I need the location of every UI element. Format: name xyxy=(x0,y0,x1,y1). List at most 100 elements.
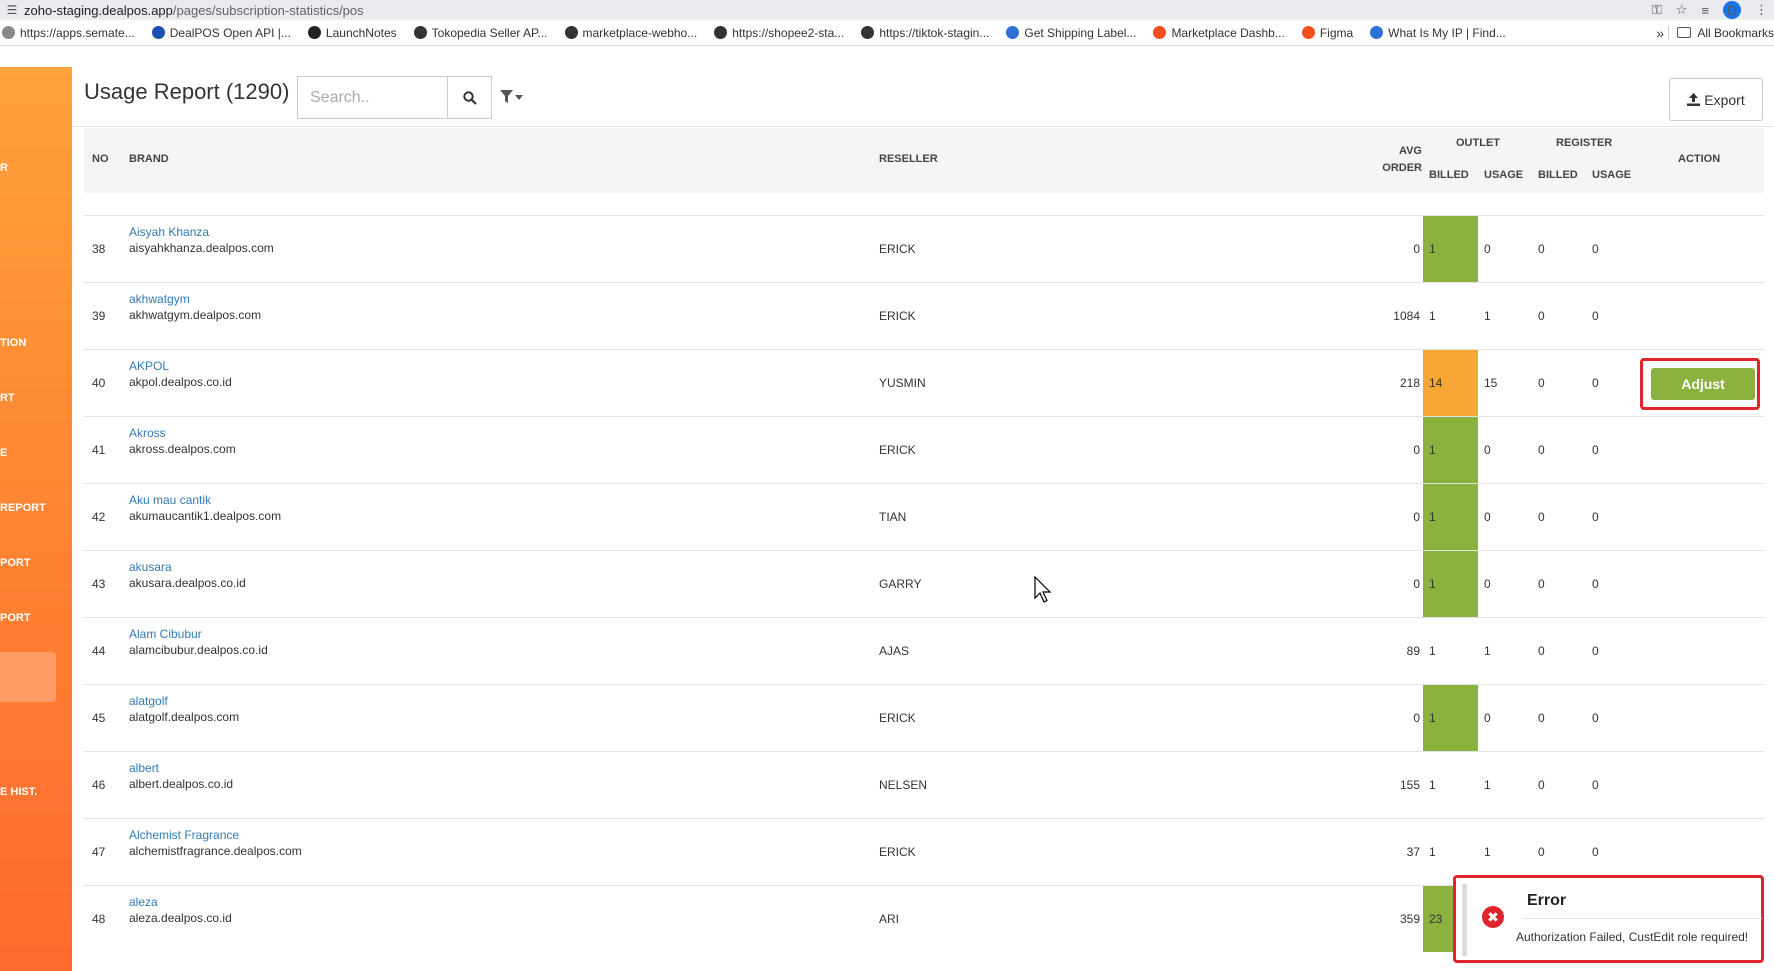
bookmark-favicon-icon xyxy=(1153,26,1167,39)
error-toast[interactable]: ✖ Error Authorization Failed, CustEdit r… xyxy=(1462,884,1762,956)
register-billed-cell: 0 xyxy=(1538,644,1545,658)
bookmark-favicon-icon xyxy=(2,26,15,39)
register-billed-cell: 0 xyxy=(1538,309,1545,323)
brand-domain: akusara.dealpos.co.id xyxy=(129,576,246,590)
star-icon[interactable]: ☆ xyxy=(1676,2,1688,18)
mouse-cursor-icon xyxy=(1034,576,1052,603)
brand-name-link[interactable]: Aku mau cantik xyxy=(129,493,281,507)
register-usage-cell: 0 xyxy=(1592,510,1599,524)
bookmark-item[interactable]: Tokopedia Seller AP... xyxy=(413,26,548,40)
outlet-billed-cell: 1 xyxy=(1429,845,1436,859)
outlet-billed-cell: 1 xyxy=(1429,242,1436,256)
bookmark-favicon-icon xyxy=(413,26,427,39)
key-icon[interactable]: ⚿ xyxy=(1652,2,1662,18)
brand-name-link[interactable]: albert xyxy=(129,761,233,775)
bookmarks-bar: https://apps.semate... DealPOS Open API |… xyxy=(0,20,1774,46)
header-outlet: OUTLET xyxy=(1456,137,1500,149)
bookmark-item[interactable]: DealPOS Open API |... xyxy=(151,26,291,40)
url-text[interactable]: zoho-staging.dealpos.app/pages/subscript… xyxy=(24,3,364,18)
header-register-usage: USAGE xyxy=(1592,169,1632,181)
bookmark-item[interactable]: Figma xyxy=(1301,26,1353,40)
brand-name-link[interactable]: Alchemist Fragrance xyxy=(129,828,302,842)
header-register: REGISTER xyxy=(1556,137,1613,149)
brand-domain: alamcibubur.dealpos.co.id xyxy=(129,643,268,657)
outlet-usage-cell: 0 xyxy=(1484,577,1491,591)
header-outlet-billed: BILLED xyxy=(1429,169,1469,181)
brand-cell: akusara akusara.dealpos.co.id xyxy=(129,560,246,590)
brand-domain: akhwatgym.dealpos.com xyxy=(129,308,262,322)
brand-name-link[interactable]: alatgolf xyxy=(129,694,239,708)
media-icon[interactable]: ≡ xyxy=(1701,3,1709,18)
page-title: Usage Report (1290) xyxy=(84,79,290,104)
bookmark-label: What Is My IP | Find... xyxy=(1388,25,1506,40)
brand-name-link[interactable]: Akross xyxy=(129,426,236,440)
row-number: 43 xyxy=(92,577,106,591)
brand-name-link[interactable]: aleza xyxy=(129,895,232,909)
toast-title: Error xyxy=(1527,892,1567,909)
register-usage-cell: 0 xyxy=(1592,443,1599,457)
avg-order-cell: 218 xyxy=(1399,376,1420,390)
outlet-billed-cell: 1 xyxy=(1429,443,1436,457)
bookmark-label: marketplace-webho... xyxy=(582,25,698,40)
brand-name-link[interactable]: akhwatgym xyxy=(129,292,261,306)
sidebar-item[interactable]: PORT xyxy=(0,557,31,569)
bookmark-favicon-icon xyxy=(861,26,875,39)
reseller-cell: ARI xyxy=(879,912,900,926)
brand-cell: AKPOL akpol.dealpos.co.id xyxy=(129,359,232,389)
avg-order-cell: 0 xyxy=(1413,443,1420,457)
bookmark-item[interactable]: marketplace-webho... xyxy=(564,25,698,40)
brand-domain: aisyahkhanza.dealpos.com xyxy=(129,241,274,255)
sidebar-item[interactable]: REPORT xyxy=(0,502,46,514)
sidebar-item[interactable]: E xyxy=(0,447,7,459)
filter-button[interactable] xyxy=(500,87,530,107)
export-button[interactable]: Export xyxy=(1669,78,1763,121)
table-row: 45 alatgolf alatgolf.dealpos.com ERICK 0 1 0 0 0 xyxy=(84,684,1764,751)
row-number: 48 xyxy=(92,912,106,926)
reseller-cell: AJAS xyxy=(879,644,910,658)
outlet-usage-cell: 0 xyxy=(1484,242,1491,256)
brand-cell: Akross akross.dealpos.com xyxy=(129,426,236,456)
register-billed-cell: 0 xyxy=(1538,711,1545,725)
bookmark-item[interactable]: Get Shipping Label... xyxy=(1006,26,1136,40)
sidebar-item[interactable]: RT xyxy=(0,392,15,404)
sidebar-item[interactable]: PORT xyxy=(0,612,31,624)
row-number: 39 xyxy=(92,309,106,323)
bookmark-item[interactable]: https://tiktok-stagin... xyxy=(861,26,989,40)
brand-name-link[interactable]: Aisyah Khanza xyxy=(129,225,274,239)
bookmark-item[interactable]: LaunchNotes xyxy=(307,26,397,40)
register-billed-cell: 0 xyxy=(1538,242,1545,256)
export-label: Export xyxy=(1704,91,1745,108)
search-button[interactable] xyxy=(447,76,492,119)
sidebar-item[interactable]: R xyxy=(0,162,8,174)
sidebar-item[interactable]: E HIST. xyxy=(0,786,37,798)
menu-icon[interactable]: ⋮ xyxy=(1755,2,1768,18)
brand-name-link[interactable]: akusara xyxy=(129,560,246,574)
avg-order-cell: 1084 xyxy=(1393,309,1420,323)
adjust-button[interactable]: Adjust xyxy=(1651,368,1755,400)
browser-url-bar[interactable]: ☰ zoho-staging.dealpos.app/pages/subscri… xyxy=(0,0,1774,20)
upload-icon xyxy=(1687,93,1701,106)
bookmark-item[interactable]: What Is My IP | Find... xyxy=(1370,26,1506,40)
header-avg-order-1: AVG xyxy=(1398,145,1422,157)
register-billed-cell: 0 xyxy=(1538,778,1545,792)
brand-name-link[interactable]: Alam Cibubur xyxy=(129,627,268,641)
profile-avatar[interactable]: D xyxy=(1723,1,1741,19)
outlet-usage-cell: 1 xyxy=(1484,309,1491,323)
outlet-billed-cell: 1 xyxy=(1429,309,1436,323)
outlet-billed-cell: 1 xyxy=(1429,711,1436,725)
register-billed-cell: 0 xyxy=(1538,443,1545,457)
register-usage-cell: 0 xyxy=(1592,309,1599,323)
bookmark-label: https://apps.semate... xyxy=(20,25,135,40)
brand-name-link[interactable]: AKPOL xyxy=(129,359,232,373)
search-input[interactable] xyxy=(297,76,447,119)
table-row: 39 akhwatgym akhwatgym.dealpos.com ERICK 108… xyxy=(84,282,1764,349)
site-info-icon[interactable]: ☰ xyxy=(0,3,24,17)
all-bookmarks-button[interactable]: All Bookmarks xyxy=(1668,25,1774,40)
sidebar-item[interactable]: TION xyxy=(0,337,26,349)
register-usage-cell: 0 xyxy=(1592,644,1599,658)
bookmarks-overflow-icon[interactable]: » xyxy=(1656,25,1664,41)
bookmark-item[interactable]: https://shopee2-sta... xyxy=(714,26,844,40)
outlet-usage-cell: 1 xyxy=(1484,644,1491,658)
bookmark-item[interactable]: https://apps.semate... xyxy=(2,26,135,40)
bookmark-item[interactable]: Marketplace Dashb... xyxy=(1153,26,1285,40)
